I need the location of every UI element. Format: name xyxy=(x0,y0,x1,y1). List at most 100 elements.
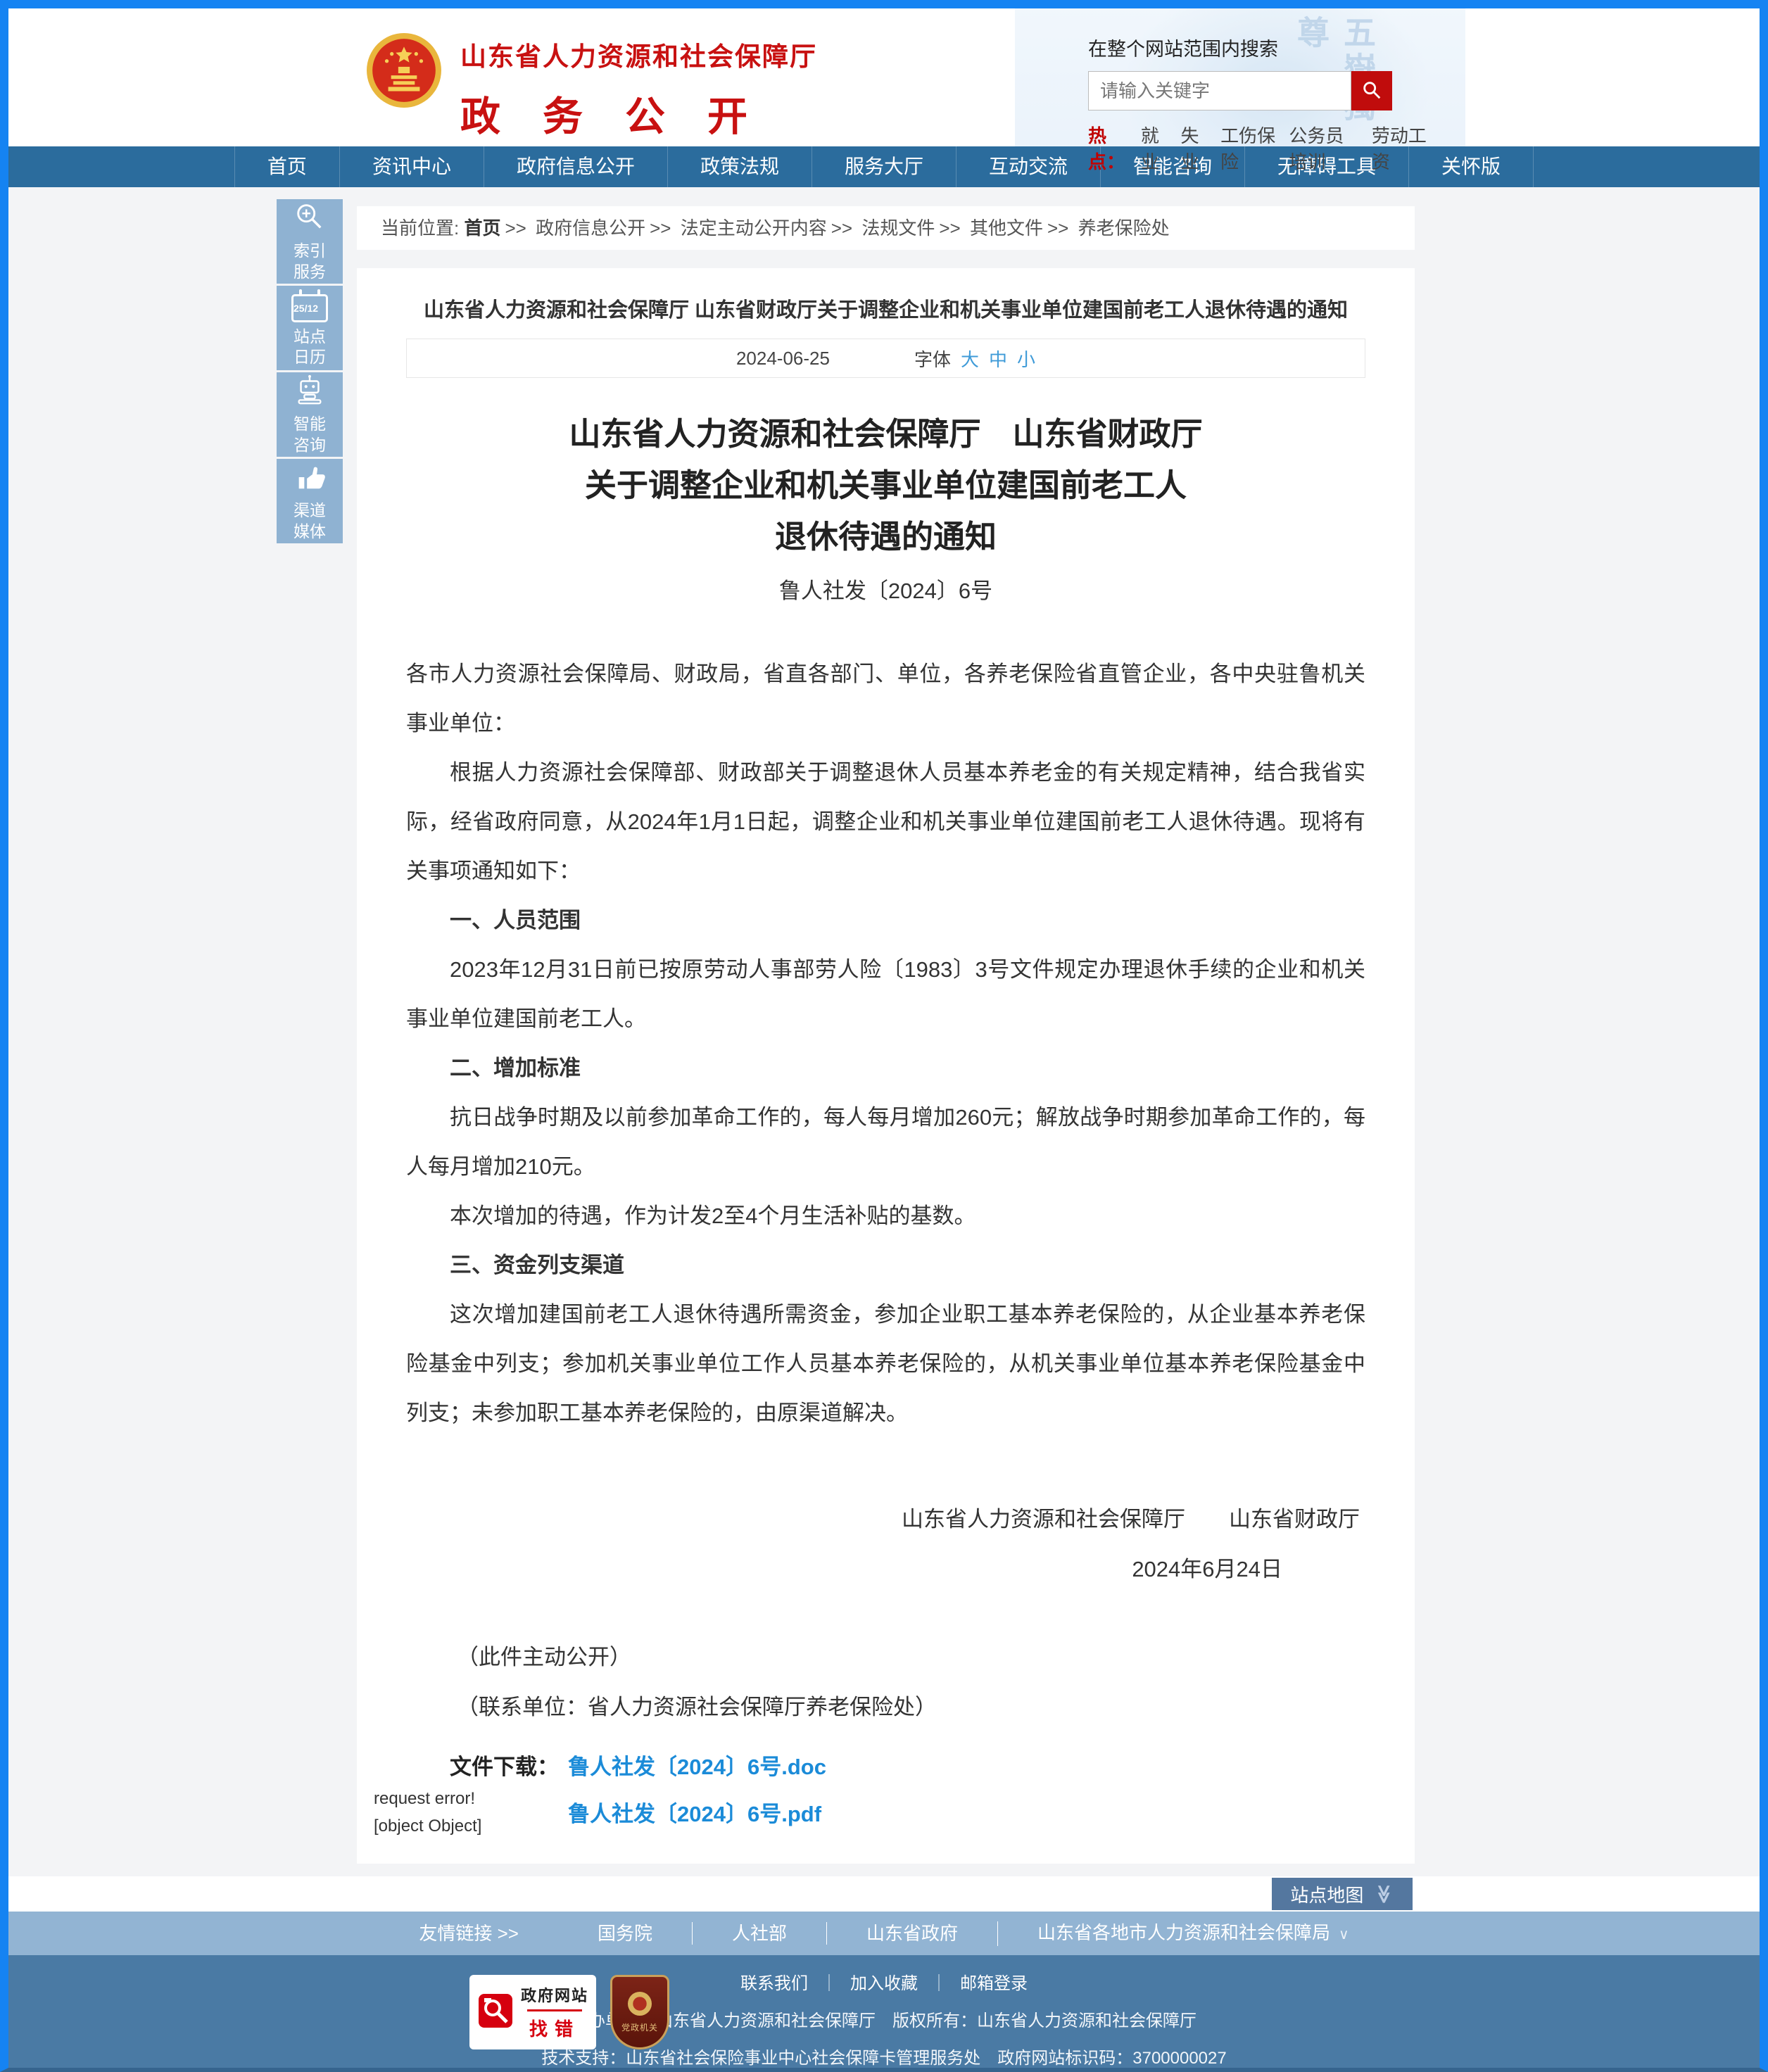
breadcrumb-link-gov-info[interactable]: 政府信息公开 xyxy=(536,217,645,239)
error-report-badge-divider xyxy=(527,2009,582,2011)
article-panel: 山东省人力资源和社会保障厅 山东省财政厅关于调整企业和机关事业单位建国前老工人退… xyxy=(357,268,1415,1864)
publish-date: 2024-06-25 xyxy=(736,348,830,369)
gov-site-error-report-badge[interactable]: 政府网站 找错 xyxy=(469,1975,596,2049)
font-size-label: 字体 xyxy=(914,346,951,372)
doc-paragraph: 2023年12月31日前已按原劳动人事部劳人险〔1983〕3号文件规定办理退休手… xyxy=(406,945,1365,1044)
footer-badges: 政府网站 找错 党政机关 xyxy=(469,1975,669,2049)
site-logo-area: 山东省人力资源和社会保障厅 政务公开 xyxy=(366,32,817,142)
footer-links-row: 联系我们 ｜ 加入收藏 ｜ 邮箱登录 xyxy=(8,1969,1760,1994)
search-input[interactable] xyxy=(1088,71,1351,110)
page: 五嶽獨尊 山东省人力资源和社会保障厅 xyxy=(0,0,1768,2072)
search-plus-icon xyxy=(293,201,326,236)
party-gov-emblem-icon xyxy=(628,1992,652,2016)
breadcrumb-link-pension-office[interactable]: 养老保险处 xyxy=(1078,217,1170,239)
download-link-doc[interactable]: 鲁人社发〔2024〕6号.doc xyxy=(568,1755,826,1779)
sidebar-item-channel-media[interactable]: 渠道 媒体 xyxy=(277,459,343,543)
sitemap-band: 站点地图 ≫ xyxy=(8,1876,1760,1912)
sitemap-button-label: 站点地图 xyxy=(1290,1881,1363,1907)
request-error-text: request error! [object Object] xyxy=(374,1786,481,1840)
note-proactive-disclosure: （此件主动公开） xyxy=(406,1639,1365,1671)
calendar-date-badge: 25/12 xyxy=(293,303,318,314)
breadcrumb-link-home[interactable]: 首页 xyxy=(464,217,500,239)
hot-link-unemployment[interactable]: 失业 xyxy=(1181,122,1210,174)
sidebar-item-label: 渠道 媒体 xyxy=(293,500,326,542)
hot-link-employment[interactable]: 就业 xyxy=(1141,122,1170,174)
party-gov-org-badge[interactable]: 党政机关 xyxy=(610,1975,669,2049)
font-size-large-button[interactable]: 大 xyxy=(961,346,979,372)
footer-pipe-separator: ｜ xyxy=(922,1969,956,1994)
signature-agencies: 山东省人力资源和社会保障厅 山东省财政厅 xyxy=(406,1501,1365,1533)
footer-center: 联系我们 ｜ 加入收藏 ｜ 邮箱登录 主办单位：山东省人力资源和社会保障厅 版权… xyxy=(8,1955,1760,2072)
document-body: 各市人力资源社会保障局、财政局，省直各部门、单位，各养老保险省直管企业，各中央驻… xyxy=(406,650,1365,1439)
breadcrumb-separator: >> xyxy=(831,217,852,239)
font-size-switcher: 字体 大 中 小 xyxy=(914,346,1035,372)
breadcrumb-link-other-files[interactable]: 其他文件 xyxy=(970,217,1043,239)
footer-link-mailbox-login[interactable]: 邮箱登录 xyxy=(956,1969,1032,1994)
breadcrumb-separator: >> xyxy=(505,217,526,239)
font-size-small-button[interactable]: 小 xyxy=(1017,346,1035,372)
download-link-pdf[interactable]: 鲁人社发〔2024〕6号.pdf xyxy=(568,1802,821,1826)
search-button[interactable] xyxy=(1351,71,1392,110)
site-header: 五嶽獨尊 山东省人力资源和社会保障厅 xyxy=(8,8,1760,146)
hot-link-labor-wage[interactable]: 劳动工资 xyxy=(1372,122,1429,174)
hot-link-civil-servant-training[interactable]: 公务员培训 xyxy=(1289,122,1360,174)
footer-pipe-separator: ｜ xyxy=(812,1969,846,1994)
document-number: 鲁人社发〔2024〕6号 xyxy=(406,573,1365,605)
nav-item-news-center[interactable]: 资讯中心 xyxy=(339,146,484,187)
hot-label: 热点： xyxy=(1088,122,1131,174)
sidebar-item-site-calendar[interactable]: 25/12 站点 日历 xyxy=(277,286,343,370)
error-report-magnifier-icon xyxy=(477,1992,514,2033)
nav-item-service-hall[interactable]: 服务大厅 xyxy=(812,146,956,187)
friendly-link-mohrss[interactable]: 人社部 xyxy=(692,1922,826,1945)
font-size-medium-button[interactable]: 中 xyxy=(989,346,1007,372)
document-title-line: 山东省人力资源和社会保障厅 山东省财政厅 xyxy=(406,409,1365,460)
search-area: 在整个网站范围内搜索 热点： 就业 失业 工伤保险 公务员培训 xyxy=(1088,34,1440,174)
nav-item-interaction[interactable]: 互动交流 xyxy=(956,146,1100,187)
document-title-line: 关于调整企业和机关事业单位建国前老工人 xyxy=(406,460,1365,512)
doc-paragraph: 根据人力资源社会保障部、财政部关于调整退休人员基本养老金的有关规定精神，结合我省… xyxy=(406,748,1365,896)
sidebar-item-label: 站点 日历 xyxy=(293,327,326,368)
nav-item-policies-regulations[interactable]: 政策法规 xyxy=(667,146,812,187)
breadcrumb-link-regulation-files[interactable]: 法规文件 xyxy=(861,217,935,239)
error-report-badge-line2: 找错 xyxy=(529,2015,580,2041)
nav-item-home[interactable]: 首页 xyxy=(234,146,339,187)
signature-block: 山东省人力资源和社会保障厅 山东省财政厅 2024年6月24日 xyxy=(406,1501,1365,1583)
breadcrumb-link-statutory-disclosure[interactable]: 法定主动公开内容 xyxy=(681,217,827,239)
chevron-down-icon: ∨ xyxy=(1339,1927,1349,1942)
hot-link-injury-insurance[interactable]: 工伤保险 xyxy=(1220,122,1277,174)
friendly-links-bar: 友情链接 >> 国务院 人社部 山东省政府 山东省各地市人力资源和社会保障局∨ xyxy=(8,1912,1760,1955)
logo-text: 山东省人力资源和社会保障厅 政务公开 xyxy=(460,32,817,142)
breadcrumb-prefix: 当前位置: xyxy=(381,217,459,239)
error-report-badge-line1: 政府网站 xyxy=(521,1983,588,2006)
article-meta-bar: 2024-06-25 字体 大 中 小 xyxy=(406,339,1365,378)
breadcrumb-separator: >> xyxy=(939,217,960,239)
nav-item-gov-info-disclosure[interactable]: 政府信息公开 xyxy=(484,146,667,187)
file-downloads: 文件下载：鲁人社发〔2024〕6号.doc 鲁人社发〔2024〕6号.pdf xyxy=(406,1749,1365,1828)
site-footer: 政府网站 找错 党政机关 联系我们 ｜ 加入收藏 ｜ 邮箱登录 主办单位：山东省… xyxy=(8,1955,1760,2072)
footer-link-contact-us[interactable]: 联系我们 xyxy=(736,1969,812,1994)
footer-sponsor-line: 主办单位：山东省人力资源和社会保障厅 版权所有：山东省人力资源和社会保障厅 xyxy=(8,2007,1760,2031)
doc-paragraph: 本次增加的待遇，作为计发2至4个月生活补贴的基数。 xyxy=(406,1192,1365,1241)
friendly-links-label[interactable]: 友情链接 >> xyxy=(379,1922,558,1945)
party-gov-badge-label: 党政机关 xyxy=(621,2021,658,2033)
footer-link-add-favorite[interactable]: 加入收藏 xyxy=(846,1969,922,1994)
document-notes: （此件主动公开） （联系单位：省人力资源社会保障厅养老保险处） xyxy=(406,1639,1365,1721)
site-name: 山东省人力资源和社会保障厅 xyxy=(460,35,817,73)
breadcrumb-separator: >> xyxy=(1047,217,1068,239)
hot-keywords-row: 热点： 就业 失业 工伤保险 公务员培训 劳动工资 xyxy=(1088,122,1440,174)
sidebar-item-index-service[interactable]: 索引 服务 xyxy=(277,199,343,284)
robot-icon xyxy=(293,374,326,410)
left-sidebar: 索引 服务 25/12 站点 日历 xyxy=(277,199,343,543)
sidebar-item-smart-consult[interactable]: 智能 咨询 xyxy=(277,372,343,457)
signature-date: 2024年6月24日 xyxy=(406,1551,1365,1583)
friendly-link-shandong-gov[interactable]: 山东省政府 xyxy=(826,1922,997,1945)
main-nav: 首页 资讯中心 政府信息公开 政策法规 服务大厅 互动交流 智能咨询 无障碍工具… xyxy=(8,146,1760,187)
doc-paragraph: 抗日战争时期及以前参加革命工作的，每人每月增加260元；解放战争时期参加革命工作… xyxy=(406,1093,1365,1192)
sitemap-button[interactable]: 站点地图 ≫ xyxy=(1272,1878,1413,1910)
doc-section-heading: 一、人员范围 xyxy=(406,896,1365,945)
main-area: 索引 服务 25/12 站点 日历 xyxy=(8,187,1760,1876)
friendly-link-city-hrss-dropdown[interactable]: 山东省各地市人力资源和社会保障局∨ xyxy=(997,1921,1389,1946)
friendly-link-state-council[interactable]: 国务院 xyxy=(558,1922,692,1945)
document-title: 山东省人力资源和社会保障厅 山东省财政厅 关于调整企业和机关事业单位建国前老工人… xyxy=(406,409,1365,563)
doc-section-heading: 三、资金列支渠道 xyxy=(406,1241,1365,1290)
